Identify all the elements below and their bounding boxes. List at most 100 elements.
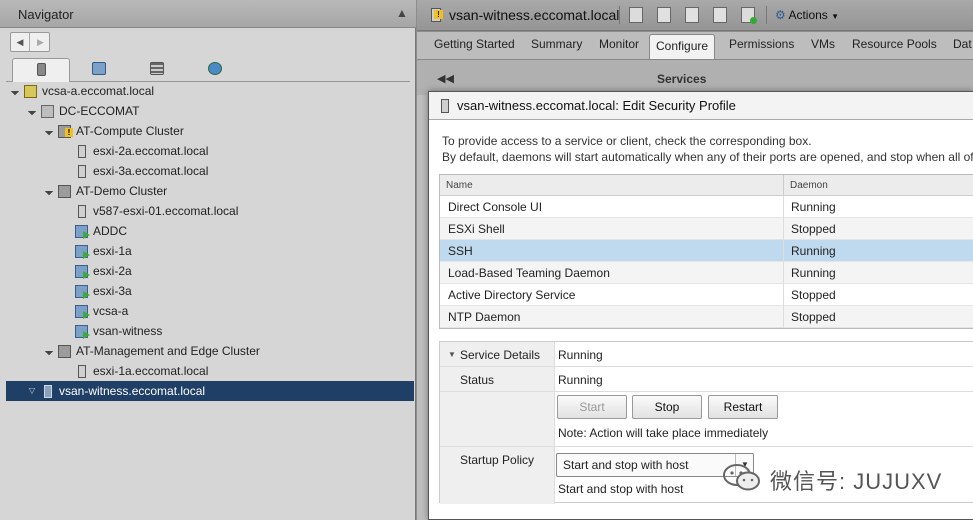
service-name: Direct Console UI (448, 200, 543, 214)
host-warning-icon (431, 8, 443, 22)
edit-security-profile-dialog: vsan-witness.eccomat.local: Edit Securit… (428, 91, 973, 520)
tree-node-cluster[interactable]: ◢ AT-Demo Cluster (6, 181, 414, 201)
service-details-toggle[interactable]: ▼ (448, 350, 456, 359)
datacenter-icon (41, 105, 54, 118)
collapse-arrow-icon[interactable]: ◢ (38, 340, 59, 361)
status-label-cell: Status (440, 367, 555, 391)
actions-menu[interactable]: ⚙ Actions ▼ (775, 6, 839, 24)
stop-button[interactable]: Stop (632, 395, 702, 419)
tab-datastores[interactable]: Dat (953, 37, 972, 51)
toolbar-separator (766, 6, 767, 24)
tree-node-vm[interactable]: ADDC (6, 221, 414, 241)
tree-node-label: esxi-3a (93, 284, 132, 298)
tab-getting-started[interactable]: Getting Started (434, 37, 515, 51)
tree-node-host[interactable]: esxi-3a.eccomat.local (6, 161, 414, 181)
service-daemon-status: Running (791, 266, 836, 280)
forward-icon[interactable]: ▶ (31, 33, 50, 51)
tree-node-label: vcsa-a.eccomat.local (42, 84, 155, 98)
object-tabs: Getting Started Summary Monitor Configur… (417, 32, 973, 59)
service-daemon-status: Running (791, 244, 836, 258)
cluster-icon (58, 345, 71, 358)
column-divider[interactable] (783, 175, 784, 196)
collapse-icon[interactable]: ◀◀ (437, 72, 454, 85)
cell-divider (783, 196, 784, 218)
expand-arrow-icon[interactable]: ▽ (27, 381, 37, 401)
networking-icon (208, 62, 222, 75)
tree-node-host[interactable]: v587-esxi-01.eccomat.local (6, 201, 414, 221)
host-power-icon[interactable] (741, 7, 757, 24)
collapse-arrow-icon[interactable]: ◢ (21, 100, 42, 121)
host-settings-icon[interactable] (713, 7, 727, 23)
table-row[interactable]: Direct Console UI Running (440, 196, 973, 218)
tab-summary[interactable]: Summary (531, 37, 582, 51)
tree-node-datacenter[interactable]: ◢ DC-ECCOMAT (6, 101, 414, 121)
startup-policy-description: Start and stop with host (558, 482, 684, 496)
host-add-icon[interactable] (629, 7, 643, 23)
tree-node-label: vcsa-a (93, 304, 129, 318)
status-value: Running (558, 373, 603, 387)
tab-storage[interactable] (128, 58, 186, 82)
tree-node-vm[interactable]: vcsa-a (6, 301, 414, 321)
service-name: ESXi Shell (448, 222, 505, 236)
cell-divider (783, 262, 784, 284)
startup-policy-label: Startup Policy (460, 453, 535, 467)
table-row[interactable]: Active Directory Service Stopped (440, 284, 973, 306)
tree-node-cluster[interactable]: ◢ AT-Management and Edge Cluster (6, 341, 414, 361)
tree-node-vm[interactable]: esxi-1a (6, 241, 414, 261)
navigator-tabs (6, 58, 410, 83)
tree-node-host[interactable]: esxi-1a.eccomat.local (6, 361, 414, 381)
host-maintenance-icon[interactable] (685, 7, 699, 23)
actions-row: Start Stop Restart Note: Action will tak… (440, 392, 973, 447)
restart-button[interactable]: Restart (708, 395, 778, 419)
table-row[interactable]: NTP Daemon Stopped (440, 306, 973, 328)
tree-node-label: esxi-1a.eccomat.local (93, 364, 209, 378)
status-row: Status Running (440, 367, 973, 392)
action-note: Note: Action will take place immediately (558, 426, 769, 440)
tab-hosts-clusters[interactable] (12, 58, 70, 83)
tab-vms-templates[interactable] (70, 58, 128, 82)
status-label: Status (460, 373, 495, 387)
table-row[interactable]: SSH Running (440, 240, 973, 262)
table-row[interactable]: Load-Based Teaming Daemon Running (440, 262, 973, 284)
tab-vms[interactable]: VMs (811, 37, 835, 51)
service-name: SSH (448, 244, 473, 258)
navigator-title: Navigator (18, 7, 74, 22)
tab-resource-pools[interactable]: Resource Pools (852, 37, 937, 51)
column-header-daemon[interactable]: Daemon (790, 180, 828, 191)
dialog-instructions-2: By default, daemons will start automatic… (442, 150, 973, 164)
history-nav: ◀ ▶ (10, 32, 50, 52)
start-button[interactable]: Start (557, 395, 627, 419)
tree-node-vm[interactable]: esxi-2a (6, 261, 414, 281)
tree-node-vcenter[interactable]: ◢ vcsa-a.eccomat.local (6, 81, 414, 101)
host-icon (78, 205, 86, 218)
tree-node-label: esxi-2a (93, 264, 132, 278)
service-name: NTP Daemon (448, 310, 521, 324)
host-remove-icon[interactable] (657, 7, 671, 23)
vms-templates-icon (92, 62, 106, 75)
tab-networking[interactable] (186, 58, 244, 82)
collapse-arrow-icon[interactable]: ◢ (38, 120, 59, 141)
column-header-name[interactable]: Name (446, 180, 473, 191)
tab-permissions[interactable]: Permissions (729, 37, 794, 51)
tab-configure[interactable]: Configure (649, 34, 716, 59)
tree-node-host[interactable]: ▽ vsan-witness.eccomat.local (6, 381, 414, 401)
service-daemon-status: Running (791, 200, 836, 214)
gear-icon: ⚙ (775, 8, 786, 22)
tree-node-host[interactable]: esxi-2a.eccomat.local (6, 141, 414, 161)
service-details-label-cell[interactable]: ▼ Service Details (440, 342, 555, 366)
tree-node-vm[interactable]: vsan-witness (6, 321, 414, 341)
back-icon[interactable]: ◀ (11, 33, 30, 51)
tree-node-label: v587-esxi-01.eccomat.local (93, 204, 239, 218)
table-row[interactable]: ESXi Shell Stopped (440, 218, 973, 240)
cluster-warning-icon (58, 125, 73, 138)
tree-node-vm[interactable]: esxi-3a (6, 281, 414, 301)
dialog-instructions: To provide access to a service or client… (442, 134, 812, 148)
collapse-arrow-icon[interactable]: ◢ (4, 80, 25, 101)
tree-node-label: AT-Management and Edge Cluster (76, 344, 260, 358)
tree-node-cluster-warning[interactable]: ◢ AT-Compute Cluster (6, 121, 414, 141)
pin-icon[interactable]: ▲ (396, 6, 408, 20)
tree-node-label: vsan-witness (93, 324, 163, 338)
service-daemon-status: Stopped (791, 310, 836, 324)
collapse-arrow-icon[interactable]: ◢ (38, 180, 59, 201)
tab-monitor[interactable]: Monitor (599, 37, 639, 51)
